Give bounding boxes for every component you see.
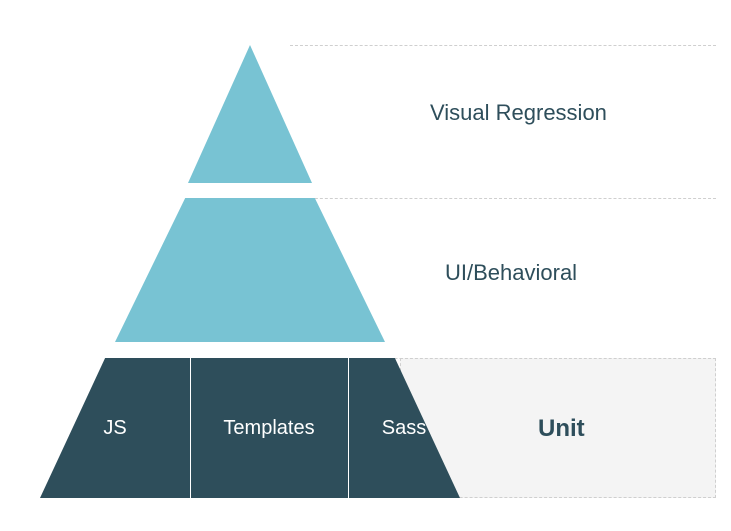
layer-label-ui-behavioral: UI/Behavioral [445,260,577,286]
testing-pyramid-diagram: JS Templates Sass Visual Regression UI/B… [0,0,731,531]
layer-label-visual-regression: Visual Regression [430,100,607,126]
layer-label-unit: Unit [538,415,585,443]
segment-label-templates: Templates [190,417,348,440]
bottom-segment-labels: JS Templates Sass [40,358,460,498]
pyramid-layer-middle [115,198,385,342]
divider-top [290,45,716,46]
segment-label-js: JS [40,417,190,440]
pyramid-layer-top [188,45,312,183]
segment-label-sass: Sass [348,417,460,440]
